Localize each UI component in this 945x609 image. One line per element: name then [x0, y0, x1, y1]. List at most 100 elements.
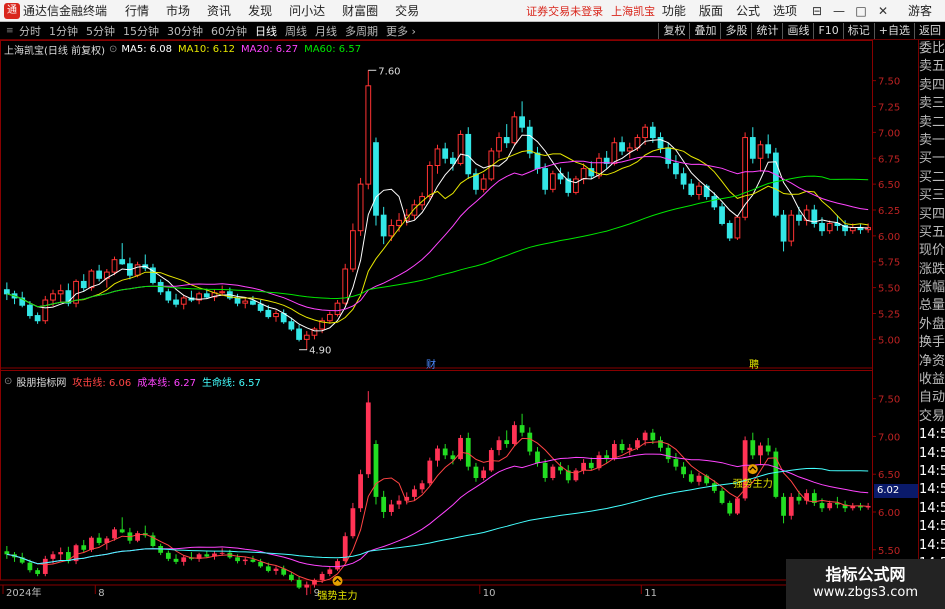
- menu-discover[interactable]: 发现: [248, 2, 272, 19]
- side-label[interactable]: 涨跌: [919, 261, 945, 279]
- side-label[interactable]: 买一: [919, 150, 945, 168]
- indicator-candle: [581, 462, 586, 471]
- side-label[interactable]: 14:56: [919, 426, 945, 444]
- price-candle: [250, 300, 256, 305]
- side-label[interactable]: 买三: [919, 187, 945, 205]
- close-icon[interactable]: ✕: [876, 4, 890, 18]
- side-label[interactable]: 14:56: [919, 445, 945, 463]
- price-candle: [57, 290, 64, 295]
- side-label[interactable]: 涨幅: [919, 279, 945, 297]
- tf-more[interactable]: 更多 ›: [383, 23, 419, 39]
- price-tick-label: 6.00: [878, 232, 900, 243]
- price-candle: [673, 162, 679, 175]
- indicator-tick-label: 7.00: [878, 432, 900, 443]
- add-watchlist-button[interactable]: +自选: [873, 22, 914, 39]
- tf-daily[interactable]: 日线: [252, 23, 280, 39]
- minimize-icon[interactable]: —: [832, 4, 846, 18]
- tf-weekly[interactable]: 周线: [282, 23, 310, 39]
- collapse-icon[interactable]: ⊙: [109, 44, 117, 55]
- side-label[interactable]: 总量: [919, 297, 945, 315]
- tf-30min[interactable]: 30分钟: [164, 23, 206, 39]
- side-label[interactable]: 现价: [919, 242, 945, 260]
- side-label[interactable]: 14:56: [919, 463, 945, 481]
- side-label[interactable]: 卖三: [919, 95, 945, 113]
- indicator-candle: [465, 437, 471, 467]
- menu-ask[interactable]: 问小达: [289, 2, 325, 19]
- tf-monthly[interactable]: 月线: [312, 23, 340, 39]
- price-candle: [27, 304, 33, 317]
- side-label[interactable]: 交易: [919, 408, 945, 426]
- indicator-candle: [327, 569, 333, 574]
- price-candle: [826, 222, 833, 232]
- price-candle: [426, 164, 433, 198]
- side-label[interactable]: 卖四: [919, 77, 945, 95]
- indicator-candle: [673, 459, 679, 467]
- indicator-candle: [512, 425, 517, 444]
- indicator-candle: [450, 455, 456, 460]
- side-label[interactable]: 卖二: [919, 114, 945, 132]
- indicator-tick-label: 5.50: [878, 546, 900, 557]
- price-candle: [726, 222, 733, 239]
- side-label[interactable]: 买五: [919, 224, 945, 242]
- mark-button[interactable]: 标记: [842, 22, 874, 39]
- overlay-button[interactable]: 叠加: [689, 22, 720, 39]
- price-candle: [519, 116, 525, 128]
- side-label[interactable]: 14:56: [919, 481, 945, 499]
- guest-user[interactable]: 游客: [908, 2, 932, 19]
- event-marker-hire: 聘: [749, 358, 759, 371]
- draw-line-button[interactable]: 画线: [782, 22, 813, 39]
- side-label[interactable]: 卖一: [919, 132, 945, 150]
- tf-multi[interactable]: 多周期: [342, 23, 381, 39]
- list-icon[interactable]: ≡: [6, 26, 16, 36]
- ma5-label: MA5: 6.08: [121, 43, 173, 55]
- maximize-icon[interactable]: □: [854, 4, 868, 18]
- indicator-candle: [473, 466, 479, 478]
- menu-formula[interactable]: 公式: [736, 2, 760, 19]
- side-label[interactable]: 收益: [919, 371, 945, 389]
- price-candle: [134, 264, 141, 276]
- tf-1min[interactable]: 1分钟: [46, 23, 81, 39]
- collapse-icon[interactable]: ⊙: [4, 376, 12, 387]
- side-label[interactable]: 换手: [919, 334, 945, 352]
- menu-market[interactable]: 市场: [166, 2, 190, 19]
- statistics-button[interactable]: 统计: [751, 22, 782, 39]
- indicator-candle: [573, 470, 579, 481]
- menu-functions[interactable]: 功能: [662, 2, 686, 19]
- side-label[interactable]: 委比: [919, 40, 945, 58]
- tf-5min[interactable]: 5分钟: [83, 23, 118, 39]
- side-label[interactable]: 卖五: [919, 58, 945, 76]
- price-candle: [449, 157, 456, 164]
- tf-intraday[interactable]: 分时: [16, 23, 44, 39]
- price-candle: [734, 216, 741, 239]
- side-label[interactable]: 14:56: [919, 537, 945, 555]
- f10-button[interactable]: F10: [813, 22, 842, 39]
- tf-60min[interactable]: 60分钟: [208, 23, 250, 39]
- price-candle: [749, 137, 756, 159]
- restore-icon[interactable]: ⊟: [810, 4, 824, 18]
- tf-15min[interactable]: 15分钟: [120, 23, 162, 39]
- side-label[interactable]: 净资: [919, 353, 945, 371]
- menu-layout[interactable]: 版面: [699, 2, 723, 19]
- chart-title: 上海凯宝(日线 前复权): [4, 45, 105, 57]
- side-label[interactable]: 14:56: [919, 500, 945, 518]
- back-button[interactable]: 返回: [914, 22, 945, 39]
- menu-market-quotes[interactable]: 行情: [125, 2, 149, 19]
- menu-trade[interactable]: 交易: [395, 2, 419, 19]
- side-label[interactable]: 14:56: [919, 518, 945, 536]
- side-label[interactable]: 买四: [919, 206, 945, 224]
- side-label[interactable]: 自动: [919, 389, 945, 407]
- login-warning[interactable]: 证券交易未登录: [526, 3, 603, 19]
- price-candle: [434, 148, 441, 166]
- side-label[interactable]: 买二: [919, 169, 945, 187]
- side-label[interactable]: 外盘: [919, 316, 945, 334]
- chart-area[interactable]: 7.50 7.25 7.00 6.75 6.50 6.25 6.00 5.75 5.50 5.25…: [0, 40, 918, 609]
- menu-wealth[interactable]: 财富圈: [342, 2, 378, 19]
- adjust-button[interactable]: 复权: [658, 22, 689, 39]
- price-candle: [96, 270, 103, 279]
- multi-stock-button[interactable]: 多股: [720, 22, 751, 39]
- menu-news[interactable]: 资讯: [207, 2, 231, 19]
- indicator-candle: [119, 529, 125, 533]
- menu-options[interactable]: 选项: [773, 2, 797, 19]
- indicator-candle: [412, 489, 417, 497]
- watermark-url: www.zbgs3.com: [812, 585, 919, 600]
